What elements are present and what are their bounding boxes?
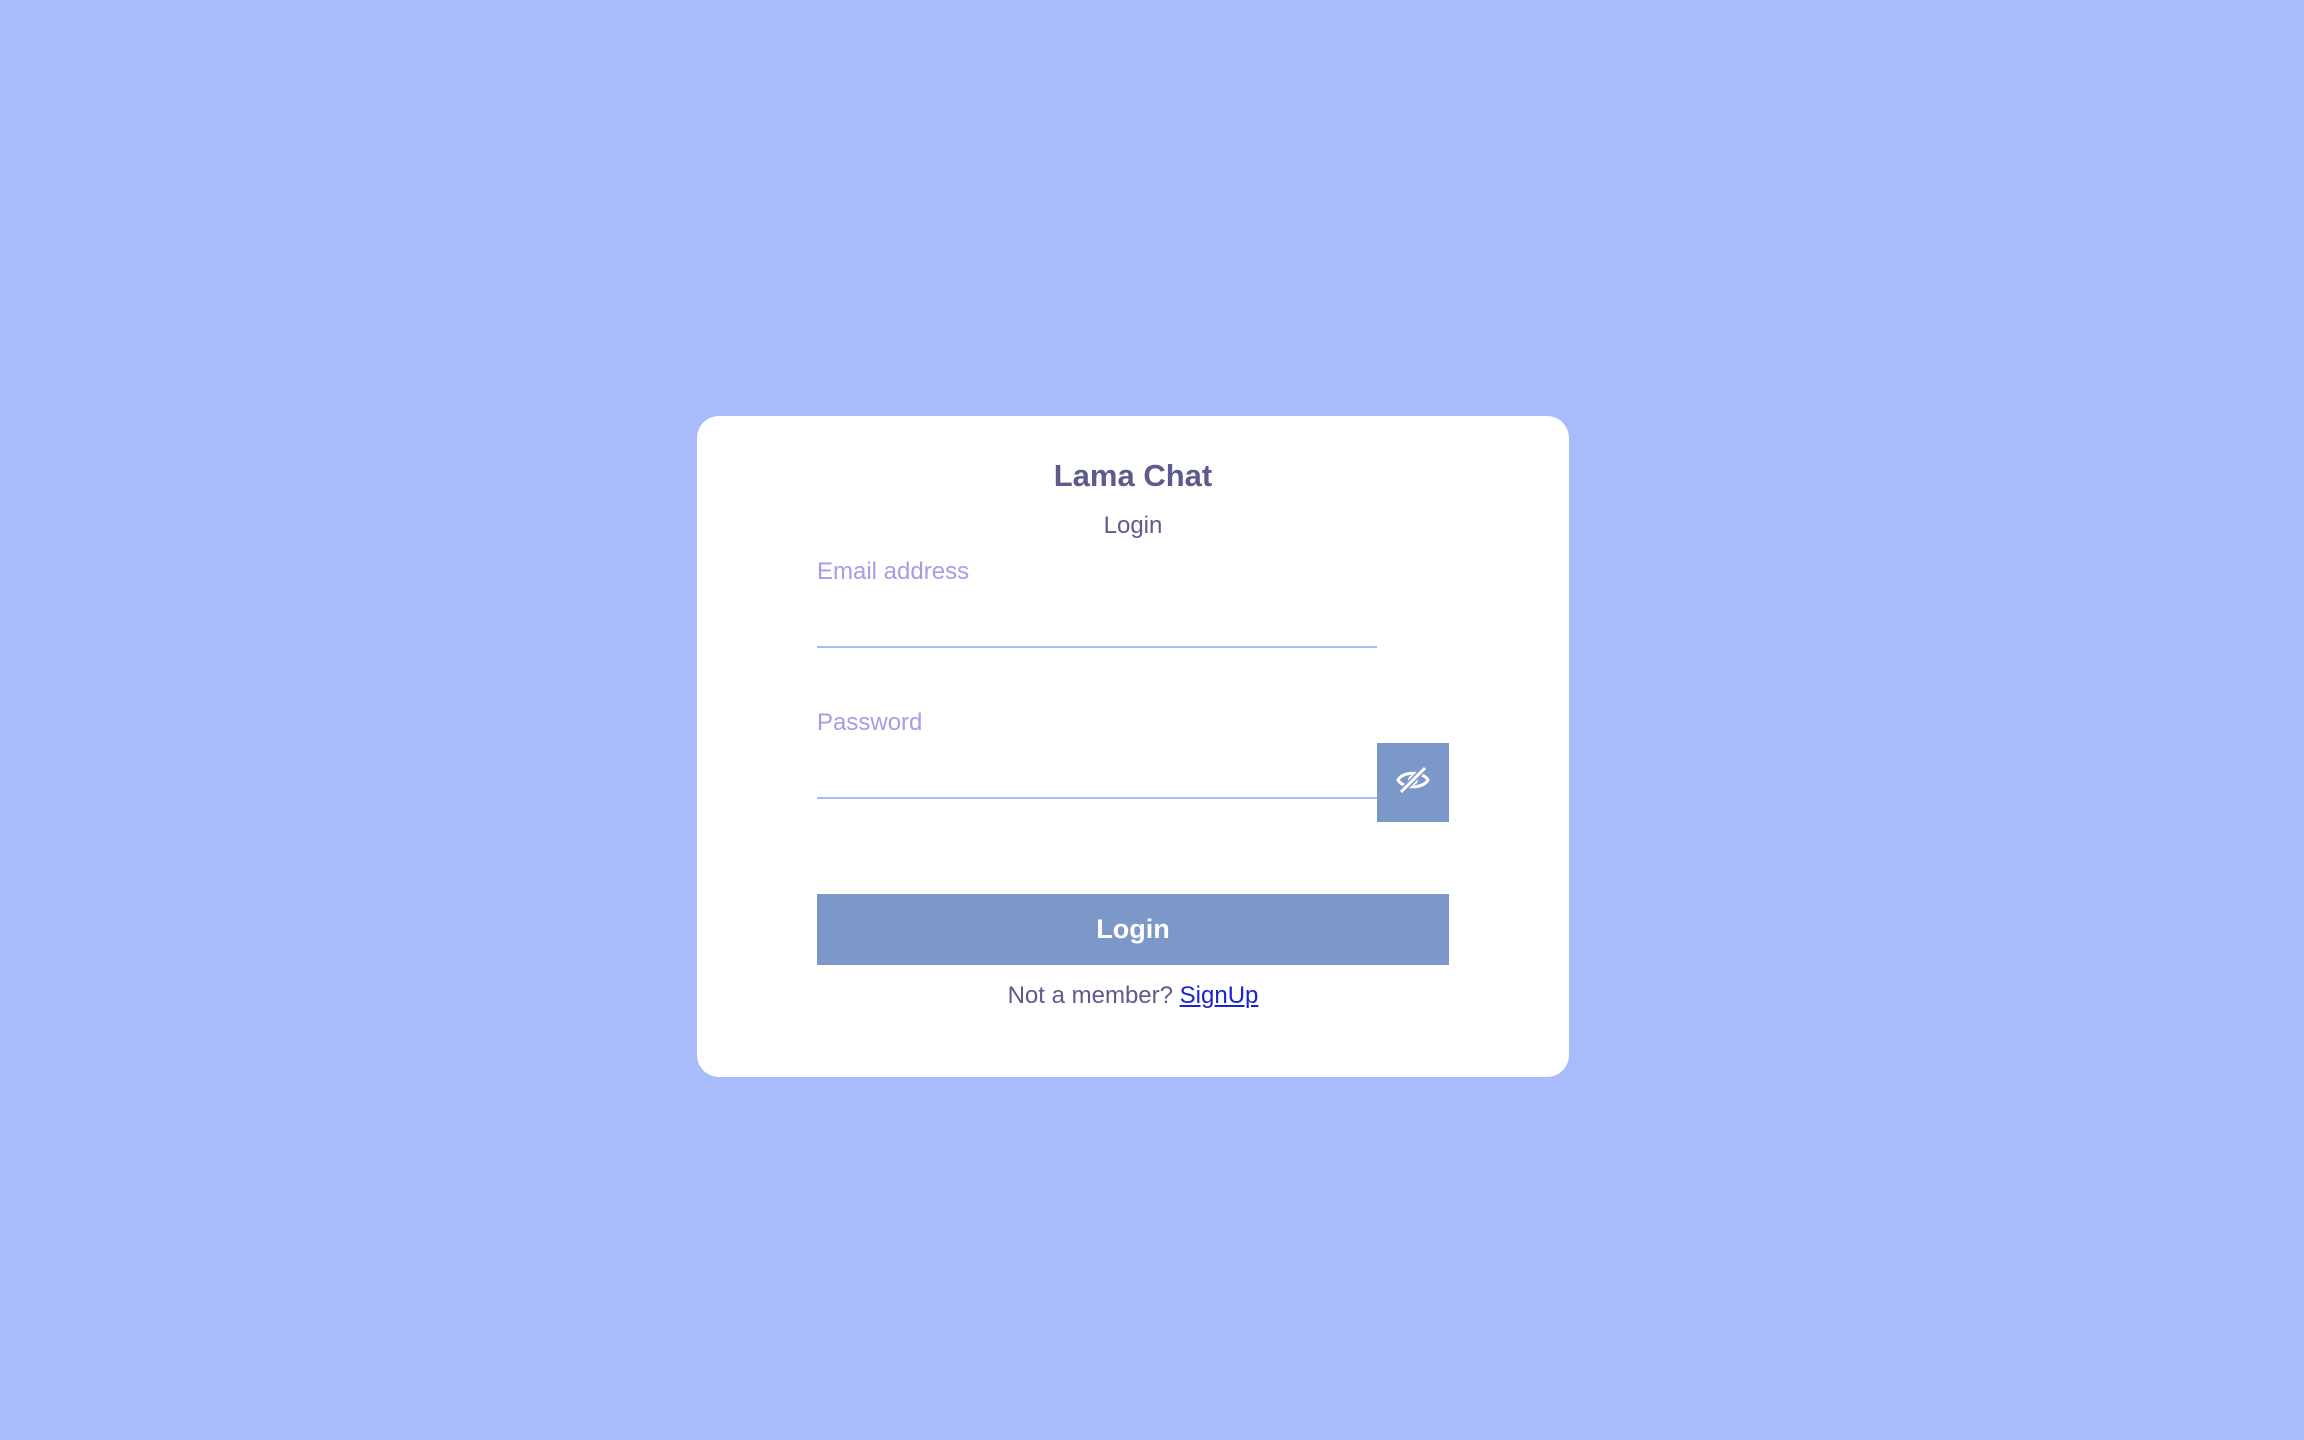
email-label: Email address [817, 558, 970, 585]
password-label: Password [817, 709, 923, 736]
signup-prompt-text: Not a member? [1007, 982, 1180, 1009]
eye-off-icon [1396, 765, 1430, 800]
login-card: Lama Chat Login Email address Password L… [697, 416, 1569, 1077]
password-field[interactable] [817, 749, 1377, 799]
email-field[interactable] [817, 598, 1377, 648]
page-subtitle: Login [1103, 512, 1163, 539]
signup-link[interactable]: SignUp [1180, 982, 1259, 1009]
login-button[interactable]: Login [817, 894, 1449, 965]
toggle-password-visibility-button[interactable] [1377, 743, 1449, 822]
app-title: Lama Chat [1053, 458, 1213, 493]
signup-prompt: Not a member? SignUp [697, 982, 1569, 1010]
